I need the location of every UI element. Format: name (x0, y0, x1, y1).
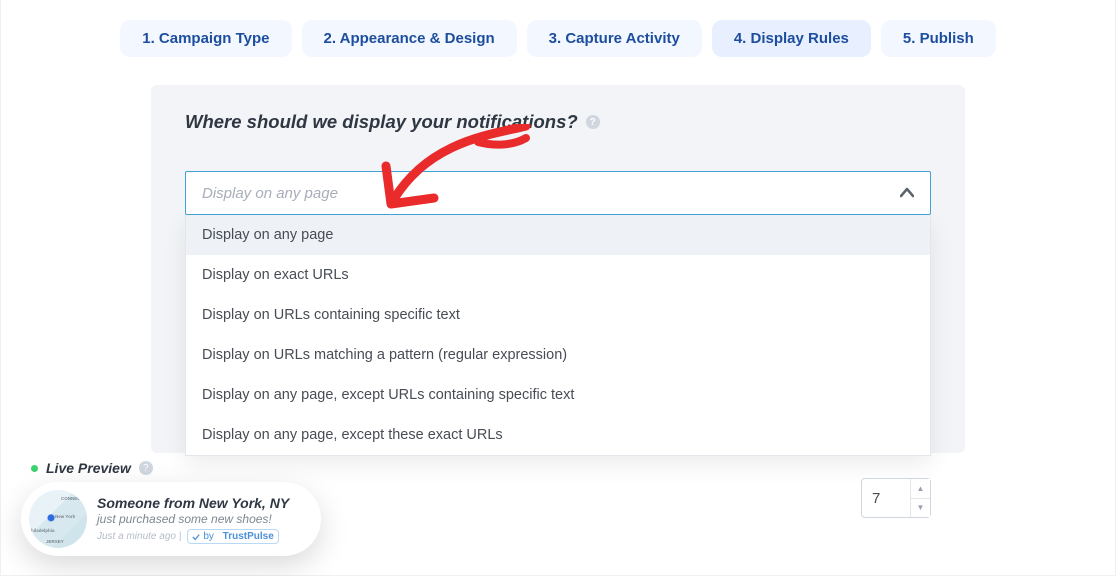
display-target-dropdown: Display on any page Display on exact URL… (185, 215, 931, 456)
option-except-containing[interactable]: Display on any page, except URLs contain… (186, 375, 930, 415)
tab-capture-activity[interactable]: 3. Capture Activity (527, 20, 702, 57)
live-preview-label: Live Preview (46, 460, 131, 476)
tab-publish[interactable]: 5. Publish (881, 20, 996, 57)
delay-stepper: ▲ ▼ (861, 478, 931, 518)
trustpulse-badge[interactable]: by TrustPulse (187, 529, 278, 544)
help-icon[interactable]: ? (139, 461, 153, 475)
wizard-tabs: 1. Campaign Type 2. Appearance & Design … (1, 0, 1115, 85)
map-thumbnail: CONNEC New York Philadelphia JERSEY (29, 490, 87, 548)
option-except-exact[interactable]: Display on any page, except these exact … (186, 415, 930, 455)
display-rules-panel: Where should we display your notificatio… (151, 85, 965, 453)
notification-title: Someone from New York, NY (97, 494, 289, 512)
delay-increment[interactable]: ▲ (911, 479, 930, 499)
live-dot-icon (31, 465, 38, 472)
notification-meta: Just a minute ago | by TrustPulse (97, 529, 289, 544)
tab-display-rules[interactable]: 4. Display Rules (712, 20, 871, 57)
option-exact-urls[interactable]: Display on exact URLs (186, 255, 930, 295)
option-urls-pattern[interactable]: Display on URLs matching a pattern (regu… (186, 335, 930, 375)
notification-preview[interactable]: CONNEC New York Philadelphia JERSEY Some… (21, 482, 321, 556)
display-target-combobox: Display on any page Display on any page … (185, 171, 931, 456)
live-preview-header: Live Preview ? (31, 460, 153, 476)
section-heading: Where should we display your notificatio… (185, 111, 931, 133)
notification-subtitle: just purchased some new shoes! (97, 512, 289, 528)
display-target-placeholder: Display on any page (202, 185, 338, 202)
help-icon[interactable]: ? (586, 115, 600, 129)
delay-decrement[interactable]: ▼ (911, 499, 930, 518)
display-target-input[interactable]: Display on any page (185, 171, 931, 215)
chevron-up-icon[interactable] (900, 186, 914, 200)
option-urls-containing[interactable]: Display on URLs containing specific text (186, 295, 930, 335)
tab-appearance-design[interactable]: 2. Appearance & Design (302, 20, 517, 57)
option-any-page[interactable]: Display on any page (186, 215, 930, 255)
tab-campaign-type[interactable]: 1. Campaign Type (120, 20, 291, 57)
